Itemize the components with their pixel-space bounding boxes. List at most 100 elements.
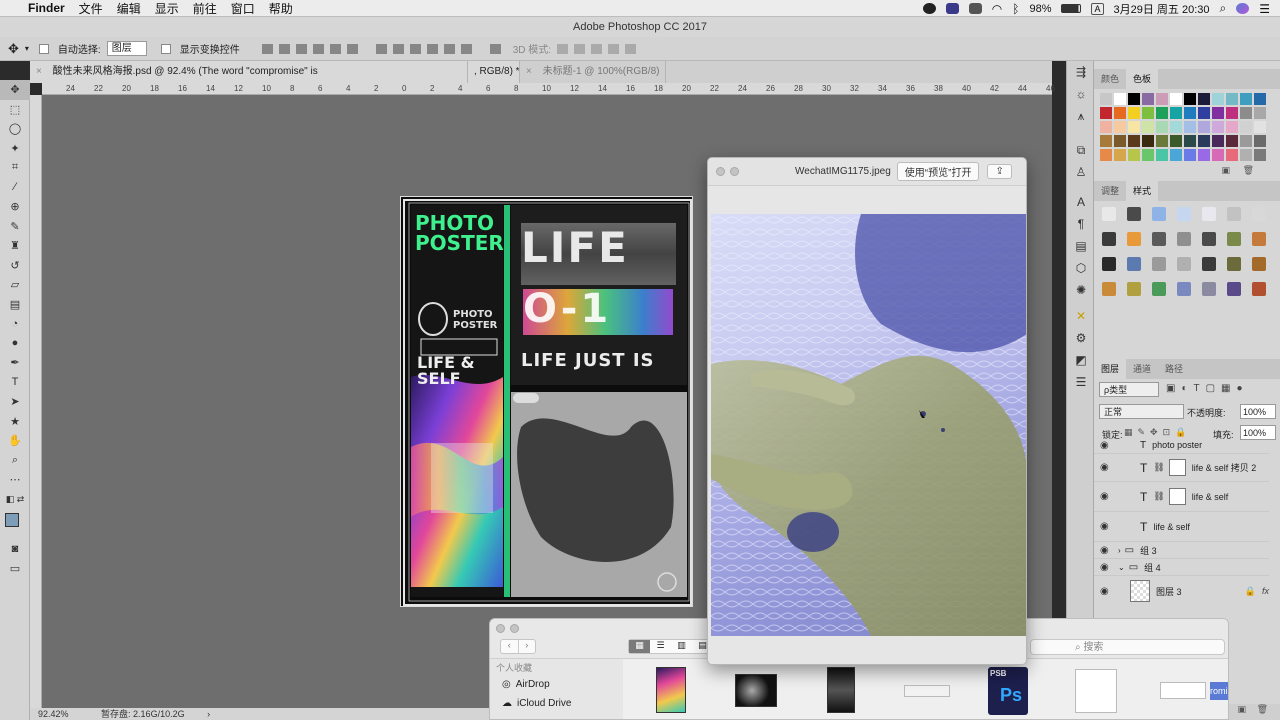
link-icon[interactable]: ⛓ — [1153, 491, 1164, 502]
layer-row[interactable]: ◉ 图层 3 🔒 fx — [1094, 576, 1269, 606]
color-swatch[interactable] — [1100, 93, 1112, 105]
color-swatch[interactable] — [1142, 121, 1154, 133]
style-preset[interactable] — [1127, 207, 1141, 221]
color-swatch[interactable] — [1156, 107, 1168, 119]
file-thumbnail[interactable] — [1160, 682, 1206, 699]
properties-panel-icon[interactable]: ☼ — [1067, 83, 1095, 105]
color-swatch[interactable] — [1198, 149, 1210, 161]
align-left-icon[interactable] — [312, 43, 324, 54]
tab-styles[interactable]: 样式 — [1126, 181, 1159, 201]
color-swatch[interactable] — [1170, 93, 1182, 105]
color-swatch[interactable] — [1198, 107, 1210, 119]
path-selection-tool-icon[interactable]: ➤ — [0, 392, 30, 412]
psb-file-icon[interactable]: PSB Ps — [988, 667, 1028, 715]
visibility-eye-icon[interactable]: ◉ — [1100, 491, 1110, 502]
distribute-top-icon[interactable] — [375, 43, 387, 54]
color-swatch[interactable] — [1198, 135, 1210, 147]
menu-window[interactable]: 窗口 — [231, 0, 255, 17]
status-app-icon[interactable] — [922, 3, 936, 14]
color-swatch[interactable] — [1170, 107, 1182, 119]
column-view-icon[interactable]: ▥ — [671, 640, 692, 653]
style-preset[interactable] — [1177, 232, 1191, 246]
color-swatch[interactable] — [1156, 93, 1168, 105]
3d-pan-icon[interactable] — [591, 43, 603, 54]
history-panel-icon[interactable]: ⇶ — [1067, 61, 1095, 83]
color-swatch[interactable] — [1114, 107, 1126, 119]
layer-mask-thumb[interactable] — [1168, 459, 1186, 476]
blur-tool-icon[interactable]: ◔ — [0, 314, 30, 334]
tab-swatches[interactable]: 色板 — [1126, 69, 1159, 89]
color-swatch[interactable] — [1114, 135, 1126, 147]
default-colors-icon[interactable]: ◧ ⇄ — [0, 490, 30, 510]
style-preset[interactable] — [1252, 232, 1266, 246]
tab-color[interactable]: 颜色 — [1094, 69, 1126, 89]
style-preset[interactable] — [1152, 257, 1166, 271]
poster-artwork[interactable]: PHOTO POSTER LIFE O-1 LIFE JUST IS PHOTO… — [400, 196, 693, 607]
gradient-tool-icon[interactable]: ▤ — [0, 295, 30, 315]
brush-tool-icon[interactable]: ✎ — [0, 217, 30, 237]
style-preset[interactable] — [1127, 282, 1141, 296]
3d-slide-icon[interactable] — [608, 43, 620, 54]
finder-minimize-button[interactable] — [510, 624, 519, 633]
auto-select-dropdown[interactable]: 图层 — [106, 41, 147, 56]
style-preset[interactable] — [1202, 282, 1216, 296]
tab-adjustments[interactable]: 调整 — [1094, 181, 1126, 201]
color-swatch[interactable] — [1142, 135, 1154, 147]
pen-tool-icon[interactable]: ✒ — [0, 353, 30, 373]
adjust-sliders-icon[interactable]: ☰ — [1067, 371, 1095, 393]
sidebar-item-icloud[interactable]: ☁ iCloud Drive — [490, 694, 623, 713]
distribute-left-icon[interactable] — [426, 43, 438, 54]
color-swatch[interactable] — [1114, 149, 1126, 161]
delete-swatch-icon[interactable]: 🗑 — [1243, 165, 1254, 175]
move-tool-icon[interactable]: ✥ — [0, 80, 30, 100]
align-vcenter-icon[interactable] — [278, 43, 290, 54]
zoom-tool-icon[interactable]: ⌕ — [0, 451, 30, 471]
3d-rotate-icon[interactable] — [557, 43, 569, 54]
style-preset[interactable] — [1127, 257, 1141, 271]
style-preset[interactable] — [1202, 232, 1216, 246]
color-swatch[interactable] — [1100, 135, 1112, 147]
clone-source-icon[interactable]: ♙ — [1067, 161, 1095, 183]
color-swatch[interactable] — [1254, 107, 1266, 119]
opacity-input[interactable]: 100% — [1240, 404, 1276, 419]
list-view-icon[interactable]: ☰ — [650, 640, 671, 653]
align-top-icon[interactable] — [261, 43, 273, 54]
tab-poster-suffix[interactable]: , RGB/8) * — [468, 61, 520, 83]
color-swatch[interactable] — [1240, 149, 1252, 161]
3d-roll-icon[interactable] — [574, 43, 586, 54]
color-swatch[interactable] — [1254, 93, 1266, 105]
lasso-tool-icon[interactable]: ◯ — [0, 119, 30, 139]
color-swatch[interactable] — [1128, 135, 1140, 147]
menu-file[interactable]: 文件 — [79, 0, 103, 17]
color-swatch[interactable] — [1184, 93, 1196, 105]
auto-select-checkbox[interactable] — [38, 43, 49, 54]
notification-center-icon[interactable]: ☰ — [1259, 2, 1270, 16]
show-transform-checkbox[interactable] — [160, 43, 171, 54]
tab-channels[interactable]: 通道 — [1126, 359, 1158, 379]
eyedropper-tool-icon[interactable]: ⁄ — [0, 178, 30, 198]
color-swatch[interactable] — [1142, 107, 1154, 119]
new-layer-icon[interactable]: ▣ — [1238, 704, 1247, 714]
healing-brush-tool-icon[interactable]: ⊕ — [0, 197, 30, 217]
zoom-level[interactable]: 92.42% — [38, 709, 69, 719]
visibility-eye-icon[interactable]: ◉ — [1100, 462, 1110, 473]
color-swatch[interactable] — [1212, 93, 1224, 105]
wifi-icon[interactable]: ◠ — [992, 2, 1002, 16]
style-preset[interactable] — [1177, 257, 1191, 271]
auto-align-icon[interactable] — [489, 43, 501, 54]
color-swatch[interactable] — [1226, 135, 1238, 147]
crop-tool-icon[interactable]: ⌗ — [0, 158, 30, 178]
style-preset[interactable] — [1227, 207, 1241, 221]
menu-go[interactable]: 前往 — [193, 0, 217, 17]
color-swatch[interactable] — [1198, 93, 1210, 105]
color-swatch[interactable] — [1128, 107, 1140, 119]
tab-poster-psd[interactable]: × 酸性未来风格海报.psd @ 92.4% (The word "compro… — [30, 61, 468, 83]
align-right-icon[interactable] — [346, 43, 358, 54]
distribute-hcenter-icon[interactable] — [443, 43, 455, 54]
link-icon[interactable]: ⛓ — [1153, 462, 1164, 473]
wps-icon[interactable] — [945, 3, 959, 14]
color-swatch[interactable] — [1142, 93, 1154, 105]
plugin-x-icon[interactable]: ✕ — [1067, 305, 1095, 327]
dodge-tool-icon[interactable]: ● — [0, 334, 30, 354]
color-swatch[interactable] — [1240, 135, 1252, 147]
